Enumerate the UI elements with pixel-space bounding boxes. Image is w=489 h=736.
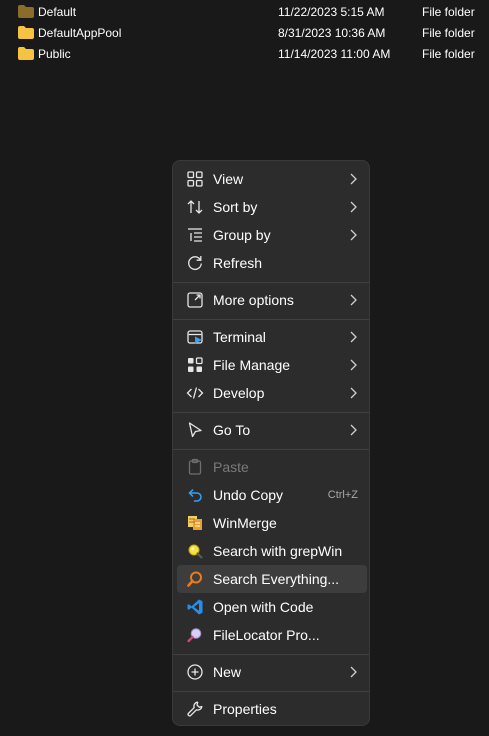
menu-item-search-grepwin[interactable]: Search with grepWin — [177, 537, 367, 565]
code-icon — [186, 387, 204, 399]
chevron-right-icon — [350, 666, 357, 678]
file-row[interactable]: DefaultAppPool 8/31/2023 10:36 AM File f… — [0, 22, 489, 43]
shortcut-hint: Ctrl+Z — [327, 489, 358, 501]
menu-label: WinMerge — [213, 515, 277, 531]
file-row[interactable]: Default 11/22/2023 5:15 AM File folder — [0, 1, 489, 22]
vscode-icon — [187, 599, 203, 615]
menu-label: Terminal — [213, 329, 266, 345]
menu-item-properties[interactable]: Properties — [177, 695, 367, 723]
menu-item-winmerge[interactable]: WinMerge — [177, 509, 367, 537]
menu-separator — [173, 282, 369, 283]
file-name: Public — [38, 47, 71, 61]
view-grid-icon — [187, 171, 203, 187]
context-menu: View Sort by Group by Refresh More optio… — [172, 160, 370, 726]
winmerge-icon — [188, 516, 202, 530]
menu-item-sort-by[interactable]: Sort by — [177, 193, 367, 221]
menu-item-new[interactable]: New — [177, 658, 367, 686]
menu-item-file-manage[interactable]: File Manage — [177, 351, 367, 379]
menu-label: Undo Copy — [213, 487, 284, 503]
file-date: 11/14/2023 11:00 AM — [278, 47, 391, 61]
sort-icon — [187, 200, 203, 214]
menu-label: Go To — [213, 422, 251, 438]
menu-label: New — [213, 664, 242, 680]
group-by-icon — [188, 228, 202, 242]
add-circle-icon — [187, 664, 203, 680]
filelocator-magnifier-icon — [187, 628, 202, 643]
menu-item-more-options[interactable]: More options — [177, 286, 367, 314]
menu-label: Sort by — [213, 199, 258, 215]
wrench-icon — [187, 701, 203, 717]
menu-label: Properties — [213, 701, 277, 717]
menu-item-go-to[interactable]: Go To — [177, 416, 367, 444]
file-row[interactable]: Public 11/14/2023 11:00 AM File folder — [0, 43, 489, 64]
menu-item-paste[interactable]: Paste — [177, 453, 367, 481]
menu-label: Search Everything... — [213, 571, 340, 587]
chevron-right-icon — [350, 294, 357, 306]
file-date: 11/22/2023 5:15 AM — [278, 5, 385, 19]
menu-label: Search with grepWin — [213, 543, 343, 559]
menu-item-group-by[interactable]: Group by — [177, 221, 367, 249]
file-name: DefaultAppPool — [38, 26, 122, 40]
file-date: 8/31/2023 10:36 AM — [278, 26, 386, 40]
menu-item-refresh[interactable]: Refresh — [177, 249, 367, 277]
undo-icon — [188, 488, 202, 502]
file-type: File folder — [422, 5, 475, 19]
chevron-right-icon — [350, 331, 357, 343]
menu-separator — [173, 654, 369, 655]
cursor-arrow-icon — [188, 422, 202, 438]
menu-separator — [173, 319, 369, 320]
file-type: File folder — [422, 47, 475, 61]
menu-item-view[interactable]: View — [177, 165, 367, 193]
folder-icon — [18, 47, 34, 60]
chevron-right-icon — [350, 229, 357, 241]
menu-separator — [173, 691, 369, 692]
chevron-right-icon — [350, 359, 357, 371]
menu-label: Refresh — [213, 255, 263, 271]
menu-label: Develop — [213, 385, 265, 401]
menu-item-develop[interactable]: Develop — [177, 379, 367, 407]
menu-item-search-everything[interactable]: Search Everything... — [177, 565, 367, 593]
chevron-right-icon — [350, 387, 357, 399]
menu-item-filelocator[interactable]: FileLocator Pro... — [177, 621, 367, 649]
chevron-right-icon — [350, 173, 357, 185]
menu-label: FileLocator Pro... — [213, 627, 320, 643]
folder-icon — [18, 26, 34, 39]
refresh-icon — [188, 256, 202, 271]
clipboard-icon — [188, 458, 202, 475]
folder-icon — [18, 5, 34, 18]
apps-icon — [188, 357, 203, 372]
open-external-icon — [187, 292, 203, 308]
chevron-right-icon — [350, 201, 357, 213]
menu-item-open-with-code[interactable]: Open with Code — [177, 593, 367, 621]
grepwin-magnifier-icon — [188, 544, 203, 559]
everything-search-icon — [187, 571, 202, 587]
terminal-icon — [187, 330, 203, 344]
file-name: Default — [38, 5, 77, 19]
file-type: File folder — [422, 26, 475, 40]
chevron-right-icon — [350, 424, 357, 436]
menu-label: Paste — [213, 459, 249, 475]
menu-label: View — [213, 171, 244, 187]
menu-separator — [173, 412, 369, 413]
menu-item-terminal[interactable]: Terminal — [177, 323, 367, 351]
menu-item-undo-copy[interactable]: Undo Copy Ctrl+Z — [177, 481, 367, 509]
menu-label: Group by — [213, 227, 271, 243]
menu-label: Open with Code — [213, 599, 314, 615]
menu-separator — [173, 449, 369, 450]
menu-label: File Manage — [213, 357, 291, 373]
menu-label: More options — [213, 292, 294, 308]
